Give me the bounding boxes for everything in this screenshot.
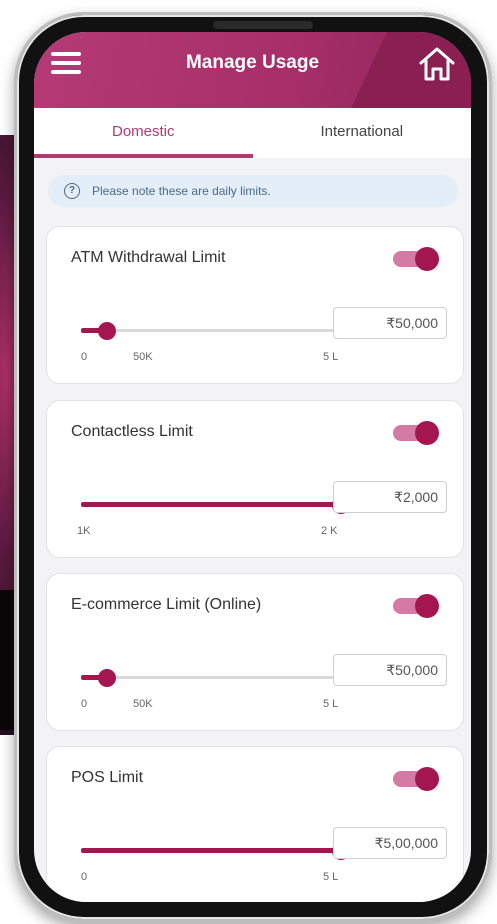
tick-max: 5 L xyxy=(323,698,339,710)
tick-min: 0 xyxy=(81,351,88,363)
tick-max: 5 L xyxy=(323,871,339,883)
phone-frame: Manage Usage Domestic International ? Pl… xyxy=(14,12,492,922)
tick-mid: 50K xyxy=(133,351,153,363)
tick-min: 1K xyxy=(77,525,91,537)
ecommerce-limit-card: E-commerce Limit (Online) 0 50K 5 L ₹50,… xyxy=(46,573,464,731)
tab-international[interactable]: International xyxy=(253,108,472,158)
atm-limit-card: ATM Withdrawal Limit 0 50K 5 L ₹50,000 xyxy=(46,226,464,384)
limit-title: Contactless Limit xyxy=(71,423,193,440)
slider-thumb[interactable] xyxy=(98,322,116,340)
contactless-limit-slider[interactable] xyxy=(81,495,350,515)
usage-tabs: Domestic International xyxy=(34,108,471,158)
phone-top-button xyxy=(213,21,313,29)
app-screen: Manage Usage Domestic International ? Pl… xyxy=(34,32,471,902)
pos-limit-toggle[interactable] xyxy=(393,767,439,791)
note-text: Please note these are daily limits. xyxy=(92,184,271,198)
limit-title: POS Limit xyxy=(71,769,144,786)
pos-limit-slider[interactable] xyxy=(81,841,350,861)
tab-domestic[interactable]: Domestic xyxy=(34,108,253,158)
slider-thumb[interactable] xyxy=(98,669,116,687)
limit-title: ATM Withdrawal Limit xyxy=(71,249,226,266)
pos-limit-card: POS Limit 0 5 L ₹5,00,000 xyxy=(46,746,464,902)
tick-min: 0 xyxy=(81,871,88,883)
contactless-limit-toggle[interactable] xyxy=(393,421,439,445)
atm-limit-amount-input[interactable]: ₹50,000 xyxy=(333,307,447,339)
app-header: Manage Usage xyxy=(34,32,471,108)
atm-limit-toggle[interactable] xyxy=(393,247,439,271)
tick-min: 0 xyxy=(81,698,88,710)
tick-mid: 50K xyxy=(133,698,153,710)
contactless-limit-card: Contactless Limit 1K 2 K ₹2,000 xyxy=(46,400,464,558)
ecommerce-limit-slider[interactable] xyxy=(81,668,341,688)
ecommerce-limit-amount-input[interactable]: ₹50,000 xyxy=(333,654,447,686)
tick-max: 2 K xyxy=(321,525,338,537)
limit-title: E-commerce Limit (Online) xyxy=(71,596,262,613)
tick-max: 5 L xyxy=(323,351,339,363)
home-icon[interactable] xyxy=(417,46,457,82)
daily-limits-note: ? Please note these are daily limits. xyxy=(48,175,458,207)
pos-limit-amount-input[interactable]: ₹5,00,000 xyxy=(333,827,447,859)
atm-limit-slider[interactable] xyxy=(81,321,341,341)
info-icon: ? xyxy=(64,183,80,199)
ecommerce-limit-toggle[interactable] xyxy=(393,594,439,618)
page-title: Manage Usage xyxy=(185,52,320,73)
contactless-limit-amount-input[interactable]: ₹2,000 xyxy=(333,481,447,513)
